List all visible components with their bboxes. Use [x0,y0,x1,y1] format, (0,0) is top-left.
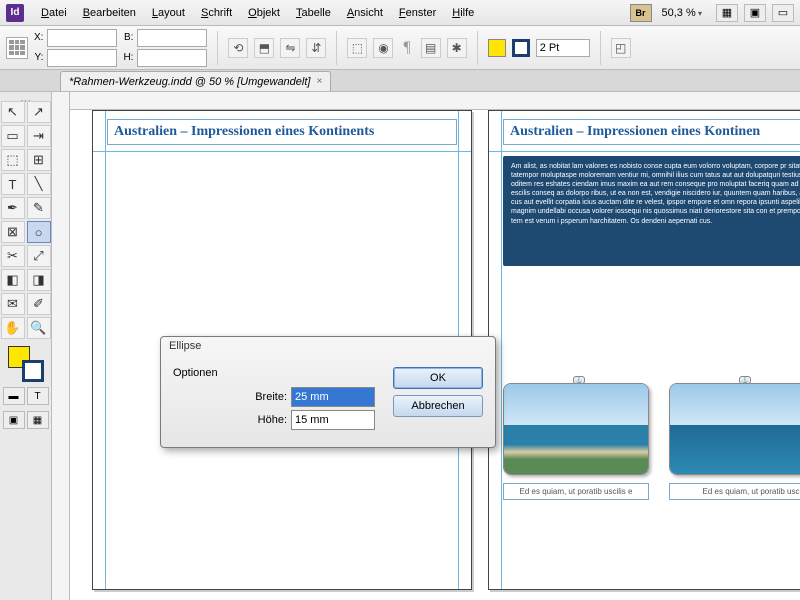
menu-datei[interactable]: Datei [34,3,74,23]
select-container-icon[interactable]: ⬚ [347,38,367,58]
shear-icon[interactable]: ⬒ [254,38,274,58]
control-bar: X: Y: B: H: ⟲ ⬒ ⇋ ⇵ ⬚ ◉ ¶ ▤ ✱ 2 Pt ◰ [0,26,800,70]
pen-tool[interactable]: ✒ [1,197,25,219]
menu-bearbeiten[interactable]: Bearbeiten [76,3,143,23]
view-options-icon[interactable]: ▦ [716,4,738,22]
ok-button[interactable]: OK [393,367,483,389]
rectangle-frame-tool[interactable]: ⊠ [1,221,25,243]
hand-tool[interactable]: ✋ [1,317,25,339]
y-label: Y: [34,52,45,63]
menu-schrift[interactable]: Schrift [194,3,239,23]
stroke-weight-field[interactable]: 2 Pt [536,39,590,57]
gap-tool[interactable]: ⇥ [27,125,51,147]
menu-hilfe[interactable]: Hilfe [445,3,481,23]
document-tab-title: *Rahmen-Werkzeug.indd @ 50 % [Umgewandel… [69,76,310,88]
bridge-button[interactable]: Br [630,4,652,22]
reference-point-proxy[interactable] [6,37,28,59]
screen-mode-icon[interactable]: ▣ [744,4,766,22]
page-right: Australien – Impressionen eines Kontinen… [488,110,800,590]
document-canvas[interactable]: Australien – Impressionen eines Kontinen… [52,92,800,600]
caption-1[interactable]: Ed es quiam, ut poratib uscilis e [503,483,649,500]
document-tab-bar: *Rahmen-Werkzeug.indd @ 50 % [Umgewandel… [0,70,800,92]
fill-swatch[interactable] [488,39,506,57]
stroke-swatch[interactable] [512,39,530,57]
ellipse-width-input[interactable] [291,387,375,407]
y-field[interactable] [47,49,117,67]
ellipse-dialog: Ellipse Optionen Breite: Höhe: OK Abbrec… [160,336,496,448]
page-tool[interactable]: ▭ [1,125,25,147]
width-label: Breite: [255,391,287,403]
ellipse-tool[interactable]: ○ [27,221,51,243]
menu-ansicht[interactable]: Ansicht [340,3,390,23]
type-tool[interactable]: T [1,173,25,195]
image-frame-1[interactable] [503,383,649,475]
w-label: B: [123,32,135,43]
x-field[interactable] [47,29,117,47]
menu-bar: Id Datei Bearbeiten Layout Schrift Objek… [0,0,800,26]
height-label: Höhe: [258,414,287,426]
content-placer-tool[interactable]: ⊞ [27,149,51,171]
direct-selection-tool[interactable]: ↗ [27,101,51,123]
line-tool[interactable]: ╲ [27,173,51,195]
app-logo-indesign: Id [6,4,24,22]
horizontal-ruler[interactable] [70,92,800,110]
stroke-box[interactable] [22,360,44,382]
corner-options-icon[interactable]: ◰ [611,38,631,58]
tools-panel: ⋯ ↖↗ ▭⇥ ⬚⊞ T╲ ✒✎ ⊠○ ✂⤢ ◧◨ ✉✐ ✋🔍 ▬ T ▣ ▦ [0,92,52,600]
scissors-tool[interactable]: ✂ [1,245,25,267]
formatting-text-icon[interactable]: T [27,387,49,405]
pencil-tool[interactable]: ✎ [27,197,51,219]
x-label: X: [34,32,45,43]
paragraph-style-icon[interactable]: ¶ [403,39,410,57]
menu-tabelle[interactable]: Tabelle [289,3,338,23]
menu-fenster[interactable]: Fenster [392,3,443,23]
content-collector-tool[interactable]: ⬚ [1,149,25,171]
zoom-tool[interactable]: 🔍 [27,317,51,339]
text-wrap-icon[interactable]: ▤ [421,38,441,58]
normal-view-icon[interactable]: ▣ [3,411,25,429]
height-field[interactable] [137,49,207,67]
caption-2[interactable]: Ed es quiam, ut poratib uscilis e [669,483,800,500]
h-label: H: [123,52,135,63]
flip-h-icon[interactable]: ⇋ [280,38,300,58]
work-area: ⋯ ↖↗ ▭⇥ ⬚⊞ T╲ ✒✎ ⊠○ ✂⤢ ◧◨ ✉✐ ✋🔍 ▬ T ▣ ▦ [0,92,800,600]
apply-color-icon[interactable]: ▬ [3,387,25,405]
rotate-icon[interactable]: ⟲ [228,38,248,58]
flip-v-icon[interactable]: ⇵ [306,38,326,58]
vertical-ruler[interactable] [52,92,70,600]
menu-layout[interactable]: Layout [145,3,192,23]
select-content-icon[interactable]: ◉ [373,38,393,58]
dialog-options-label: Optionen [173,367,375,379]
preview-view-icon[interactable]: ▦ [27,411,49,429]
selection-tool[interactable]: ↖ [1,101,25,123]
zoom-level-dropdown[interactable]: 50,3 % [662,7,703,19]
free-transform-tool[interactable]: ⤢ [27,245,51,267]
gradient-feather-tool[interactable]: ◨ [27,269,51,291]
arrange-docs-icon[interactable]: ▭ [772,4,794,22]
body-text-frame[interactable]: Am alist, as nobitat lam valores es nobi… [503,156,800,266]
note-tool[interactable]: ✉ [1,293,25,315]
image-frame-2[interactable] [669,383,800,475]
cancel-button[interactable]: Abbrechen [393,395,483,417]
fill-stroke-proxy[interactable] [8,346,44,382]
document-tab[interactable]: *Rahmen-Werkzeug.indd @ 50 % [Umgewandel… [60,71,331,91]
eyedropper-tool[interactable]: ✐ [27,293,51,315]
ellipse-height-input[interactable] [291,410,375,430]
title-frame-left[interactable]: Australien – Impressionen eines Kontinen… [107,119,457,145]
dialog-title[interactable]: Ellipse [161,337,495,359]
close-tab-icon[interactable]: × [316,76,322,87]
width-field[interactable] [137,29,207,47]
gradient-swatch-tool[interactable]: ◧ [1,269,25,291]
menu-objekt[interactable]: Objekt [241,3,287,23]
effects-icon[interactable]: ✱ [447,38,467,58]
title-frame-right[interactable]: Australien – Impressionen eines Kontinen [503,119,800,145]
